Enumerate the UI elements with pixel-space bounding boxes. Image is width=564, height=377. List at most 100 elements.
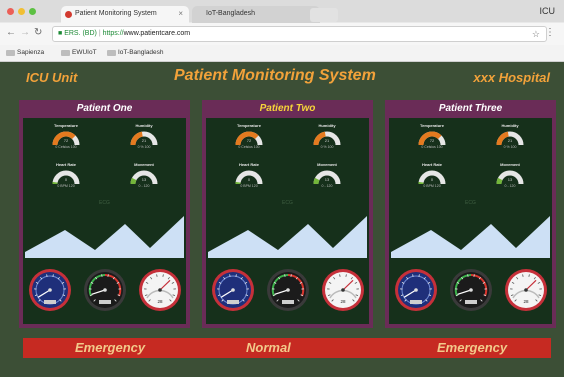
reload-icon[interactable]: ↻ [34, 27, 42, 38]
folder-icon [6, 50, 15, 56]
app-header: ICU Unit Patient Monitoring System xxx H… [0, 62, 564, 92]
gauge-scale: 0 Celsius 100 [421, 145, 443, 149]
close-tab-icon[interactable]: × [178, 9, 183, 18]
new-tab-button[interactable] [310, 8, 338, 22]
profile-label[interactable]: ICU [540, 6, 556, 16]
gauge-scale: 0 BPM 120 [240, 184, 258, 188]
hospital-title: xxx Hospital [473, 70, 550, 85]
bookmark-iot-bangladesh[interactable]: IoT-Bangladesh [107, 49, 164, 56]
tab-label: IoT-Bangladesh [206, 10, 256, 17]
heart-rate-gauge: Heart Rate 0 0 BPM 120 [49, 162, 83, 190]
humidity-gauge: Humidity 21 0 % 100 [310, 123, 344, 151]
dial-face-icon [450, 269, 492, 311]
url-protocol: https:// [102, 30, 124, 37]
patient-dashboard: Temperature 72 0 Celsius 100 Humidity 21 0 % … [206, 118, 369, 324]
dial-readout: 28 [157, 299, 163, 304]
blue-dial-gauge [394, 268, 438, 312]
gauge-scale: 0 BPM 120 [57, 184, 75, 188]
gauge-value: 21 [141, 138, 147, 143]
dark-dial-gauge [266, 268, 310, 312]
gauge-scale: 0 - 120 [504, 184, 516, 188]
gauge-value: 21 [507, 138, 513, 143]
dark-dial-gauge [449, 268, 493, 312]
address-bar[interactable]: ■ ERS. (BD) | https://www.patientcare.co… [52, 26, 547, 42]
gauge-value: 13 [141, 177, 147, 182]
white-dial-gauge: 28 [504, 268, 548, 312]
lock-icon: ■ [58, 30, 63, 37]
browser-menu-icon[interactable]: ⋮ [545, 27, 555, 38]
white-dial-gauge: 28 [321, 268, 365, 312]
url-separator: | [98, 30, 101, 37]
gauge-scale: 0 BPM 120 [423, 184, 441, 188]
patient-name: Patient Two [259, 103, 316, 114]
dial-face-icon [84, 269, 126, 311]
folder-icon [61, 50, 70, 56]
gauge-value: 13 [324, 177, 330, 182]
status-patient-one: Emergency [75, 340, 146, 355]
gauge-scale: 0 Celsius 100 [55, 145, 77, 149]
patient-dashboard: Temperature 72 0 Celsius 100 Humidity 21 0 % … [23, 118, 186, 324]
unit-title: ICU Unit [26, 70, 78, 85]
humidity-gauge: Humidity 21 0 % 100 [127, 123, 161, 151]
gauge-value: 21 [324, 138, 330, 143]
dial-readout: 28 [523, 299, 529, 304]
gauge-scale: 0 - 120 [138, 184, 150, 188]
heart-rate-gauge: Heart Rate 0 0 BPM 120 [232, 162, 266, 190]
blue-dial-gauge [28, 268, 72, 312]
ecg-waveform [25, 216, 184, 258]
patient-panel-three: Patient Three Temperature 72 0 Celsius 100… [385, 100, 556, 328]
temperature-gauge: Temperature 72 0 Celsius 100 [49, 123, 83, 151]
status-patient-three: Emergency [437, 340, 508, 355]
gauge-value: 72 [63, 138, 69, 143]
tab-label: Patient Monitoring System [75, 10, 157, 17]
gauge-value: 0 [64, 177, 68, 182]
ecg-waveform [391, 216, 550, 258]
gauge-scale: 0 - 120 [321, 184, 333, 188]
maximize-window-button[interactable] [29, 8, 36, 15]
dial-face-icon [505, 269, 547, 311]
ecg-waveform [208, 216, 367, 258]
bookmark-label: EWUIoT [72, 49, 97, 56]
temperature-gauge: Temperature 72 0 Celsius 100 [415, 123, 449, 151]
title-bar: Patient Monitoring System × IoT-Banglade… [0, 0, 564, 23]
back-icon[interactable]: ← [6, 27, 16, 38]
temperature-gauge: Temperature 72 0 Celsius 100 [232, 123, 266, 151]
monitoring-page: ICU Unit Patient Monitoring System xxx H… [0, 62, 564, 377]
gauge-value: 0 [247, 177, 251, 182]
gauge-scale: 0 % 100 [320, 145, 334, 149]
blue-dial-gauge [211, 268, 255, 312]
gauge-value: 13 [507, 177, 513, 182]
gauge-scale: 0 Celsius 100 [238, 145, 260, 149]
gauge-scale: 0 % 100 [503, 145, 517, 149]
bookmark-sapienza[interactable]: Sapienza [6, 49, 44, 56]
movement-gauge: Movement 13 0 - 120 [493, 162, 527, 190]
dial-face-icon [139, 269, 181, 311]
dial-face-icon [322, 269, 364, 311]
folder-icon [107, 50, 116, 56]
gauge-value: 0 [430, 177, 434, 182]
humidity-gauge: Humidity 21 0 % 100 [493, 123, 527, 151]
dial-face-icon [395, 269, 437, 311]
patient-name: Patient One [76, 103, 133, 114]
movement-gauge: Movement 13 0 - 120 [310, 162, 344, 190]
gauge-value: 72 [246, 138, 252, 143]
dark-dial-gauge [83, 268, 127, 312]
dial-face-icon [29, 269, 71, 311]
bookmark-star-icon[interactable]: ☆ [532, 29, 540, 40]
browser-chrome: Patient Monitoring System × IoT-Banglade… [0, 0, 564, 62]
gauge-value: 72 [429, 138, 435, 143]
tab-patient-monitoring[interactable]: Patient Monitoring System × [61, 6, 189, 23]
forward-icon[interactable]: → [20, 27, 30, 38]
status-bar: Emergency Normal Emergency [23, 338, 551, 358]
dial-face-icon [267, 269, 309, 311]
bookmark-ewuiot[interactable]: EWUIoT [61, 49, 97, 56]
status-patient-two: Normal [246, 340, 291, 355]
gauge-scale: 0 % 100 [137, 145, 151, 149]
heart-rate-gauge: Heart Rate 0 0 BPM 120 [415, 162, 449, 190]
close-window-button[interactable] [7, 8, 14, 15]
tab-iot-bangladesh[interactable]: IoT-Bangladesh × [192, 6, 320, 23]
movement-gauge: Movement 13 0 - 120 [127, 162, 161, 190]
page-title: Patient Monitoring System [174, 67, 376, 84]
minimize-window-button[interactable] [18, 8, 25, 15]
site-identity: ERS. (BD) [64, 30, 97, 37]
